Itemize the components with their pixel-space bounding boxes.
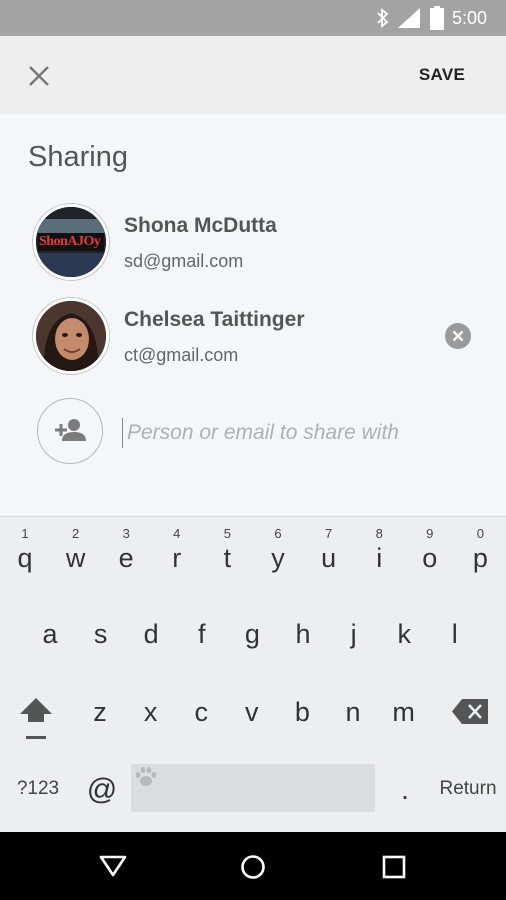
close-icon[interactable] (26, 63, 52, 89)
key-q[interactable]: 1q (0, 526, 50, 588)
person-email: sd@gmail.com (124, 251, 244, 271)
key-f[interactable]: f (177, 604, 227, 664)
key-x[interactable]: x (126, 682, 176, 742)
key-b[interactable]: b (277, 682, 327, 742)
key-a[interactable]: a (25, 604, 75, 664)
avatar-photo (36, 301, 106, 371)
avatar: ShonAJOy (33, 204, 109, 280)
key-o[interactable]: 9o (405, 526, 455, 588)
add-person-button[interactable] (37, 398, 103, 464)
key-label: s (93, 619, 108, 649)
key-label: h (295, 619, 311, 649)
key-c[interactable]: c (176, 682, 226, 742)
key-hint: 4 (173, 526, 181, 541)
key-m[interactable]: m (379, 682, 429, 742)
key-z[interactable]: z (75, 682, 125, 742)
person-name: Shona McDutta (124, 214, 277, 237)
key-hint: 6 (274, 526, 282, 541)
key-i[interactable]: 8i (354, 526, 404, 588)
shift-key[interactable] (14, 690, 58, 744)
key-label: i (376, 543, 383, 573)
signal-icon (398, 8, 420, 28)
key-label: p (472, 543, 488, 573)
key-label: n (345, 697, 361, 727)
space-key[interactable] (131, 764, 375, 812)
key-label: c (194, 697, 208, 727)
key-w[interactable]: 2w (51, 526, 101, 588)
key-label: v (245, 697, 259, 727)
key-label: y (271, 543, 285, 573)
save-button[interactable]: SAVE (404, 62, 480, 88)
key-label: f (198, 619, 206, 649)
at-key[interactable]: @ (82, 770, 122, 810)
period-key[interactable]: . (390, 772, 420, 808)
key-label: j (350, 619, 357, 649)
key-label: k (397, 619, 411, 649)
key-label: o (422, 543, 438, 573)
key-hint: 2 (71, 526, 80, 541)
key-label: m (392, 697, 415, 727)
key-l[interactable]: l (430, 604, 480, 664)
back-icon[interactable] (98, 854, 128, 878)
key-hint: 3 (122, 526, 130, 541)
key-n[interactable]: n (328, 682, 378, 742)
key-label: t (223, 543, 232, 573)
key-g[interactable]: g (227, 604, 277, 664)
key-label: l (451, 619, 458, 649)
avatar (33, 298, 109, 374)
key-label: b (294, 697, 310, 727)
key-y[interactable]: 6y (253, 526, 303, 588)
key-s[interactable]: s (76, 604, 126, 664)
share-with-input[interactable] (122, 418, 467, 448)
recents-icon[interactable] (382, 855, 406, 879)
remove-person-button[interactable] (445, 323, 471, 349)
navigation-bar (0, 832, 506, 900)
key-label: w (65, 543, 86, 573)
key-u[interactable]: 7u (304, 526, 354, 588)
home-icon[interactable] (240, 854, 266, 880)
key-label: e (118, 543, 134, 573)
key-hint: 9 (426, 526, 434, 541)
status-time: 5:00 (452, 8, 488, 28)
key-label: u (321, 543, 337, 573)
key-label: a (42, 619, 58, 649)
backspace-key[interactable] (450, 694, 490, 730)
avatar-sign-text: ShonAJOy (39, 234, 101, 249)
page-title: Sharing (28, 141, 128, 173)
key-hint: 7 (324, 526, 333, 541)
shift-icon (20, 698, 52, 739)
status-bar: 5:00 (0, 0, 506, 36)
key-v[interactable]: v (227, 682, 277, 742)
backspace-icon (452, 699, 488, 724)
key-p[interactable]: 0p (455, 526, 505, 588)
key-e[interactable]: 3e (101, 526, 151, 588)
paw-icon (135, 767, 157, 786)
key-k[interactable]: k (379, 604, 429, 664)
key-hint: 0 (476, 526, 484, 541)
key-j[interactable]: j (329, 604, 379, 664)
symbols-key[interactable]: ?123 (10, 774, 66, 804)
key-hint: 1 (21, 526, 29, 541)
person-email: ct@gmail.com (124, 345, 239, 365)
key-label: q (17, 543, 33, 573)
key-label: r (172, 543, 182, 573)
battery-icon (430, 6, 444, 30)
key-h[interactable]: h (278, 604, 328, 664)
key-r[interactable]: 4r (152, 526, 202, 588)
return-key[interactable]: Return (436, 774, 500, 804)
key-label: g (244, 619, 260, 649)
add-person-icon (55, 419, 86, 441)
key-d[interactable]: d (126, 604, 176, 664)
key-hint: 8 (375, 526, 383, 541)
remove-icon (452, 330, 464, 342)
key-label: z (93, 697, 107, 727)
key-hint: 5 (223, 526, 231, 541)
person-name: Chelsea Taittinger (124, 308, 305, 331)
key-label: x (143, 697, 158, 727)
bluetooth-icon (377, 8, 389, 28)
key-label: d (143, 619, 159, 649)
key-t[interactable]: 5t (202, 526, 252, 588)
